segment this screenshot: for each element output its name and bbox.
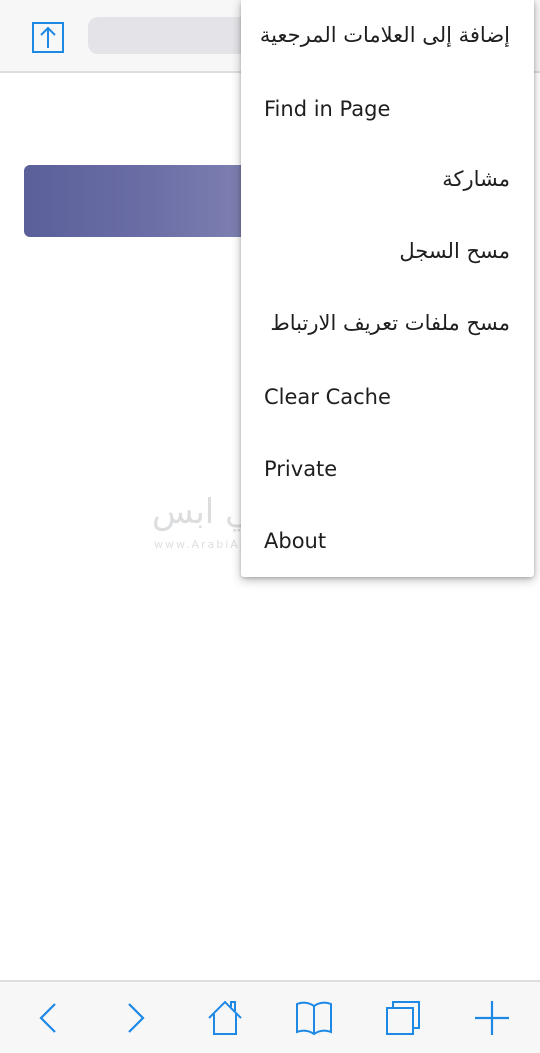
bookmarks-button[interactable] [290, 994, 338, 1042]
new-tab-button[interactable] [468, 994, 516, 1042]
browser-screen: عربي ابس www.ArabiApps.com إضافة إلى الع… [0, 0, 540, 1053]
forward-button[interactable] [112, 994, 160, 1042]
menu-item-add-bookmark[interactable]: إضافة إلى العلامات المرجعية [241, 5, 534, 65]
tabs-button[interactable] [379, 994, 427, 1042]
menu-item-label: مسح السجل [399, 239, 510, 263]
share-button[interactable] [30, 19, 66, 55]
menu-item-label: مسح ملفات تعريف الارتباط [270, 311, 510, 335]
menu-item-label: Private [264, 457, 338, 481]
back-button[interactable] [24, 994, 72, 1042]
back-icon [39, 1003, 56, 1033]
forward-icon [128, 1003, 145, 1033]
menu-item-label: إضافة إلى العلامات المرجعية [259, 23, 510, 47]
menu-item-label: Find in Page [264, 97, 391, 121]
menu-item-about[interactable]: About [241, 511, 534, 571]
menu-item-label: Clear Cache [264, 385, 391, 409]
menu-item-label: مشاركة [442, 167, 510, 191]
share-icon [32, 22, 64, 53]
bottom-toolbar [0, 980, 540, 1053]
menu-item-clear-history[interactable]: مسح السجل [241, 221, 534, 281]
menu-item-private[interactable]: Private [241, 439, 534, 499]
menu-item-share[interactable]: مشاركة [241, 149, 534, 209]
overflow-menu: إضافة إلى العلامات المرجعية Find in Page… [241, 0, 534, 577]
tabs-icon [386, 1001, 420, 1035]
menu-item-find-in-page[interactable]: Find in Page [241, 79, 534, 139]
menu-item-label: About [264, 529, 327, 553]
menu-item-clear-cache[interactable]: Clear Cache [241, 367, 534, 427]
home-button[interactable] [201, 994, 249, 1042]
bookmarks-icon [296, 1001, 332, 1036]
menu-item-clear-cookies[interactable]: مسح ملفات تعريف الارتباط [241, 293, 534, 353]
home-icon [208, 1000, 242, 1035]
new-tab-icon [475, 1001, 509, 1035]
